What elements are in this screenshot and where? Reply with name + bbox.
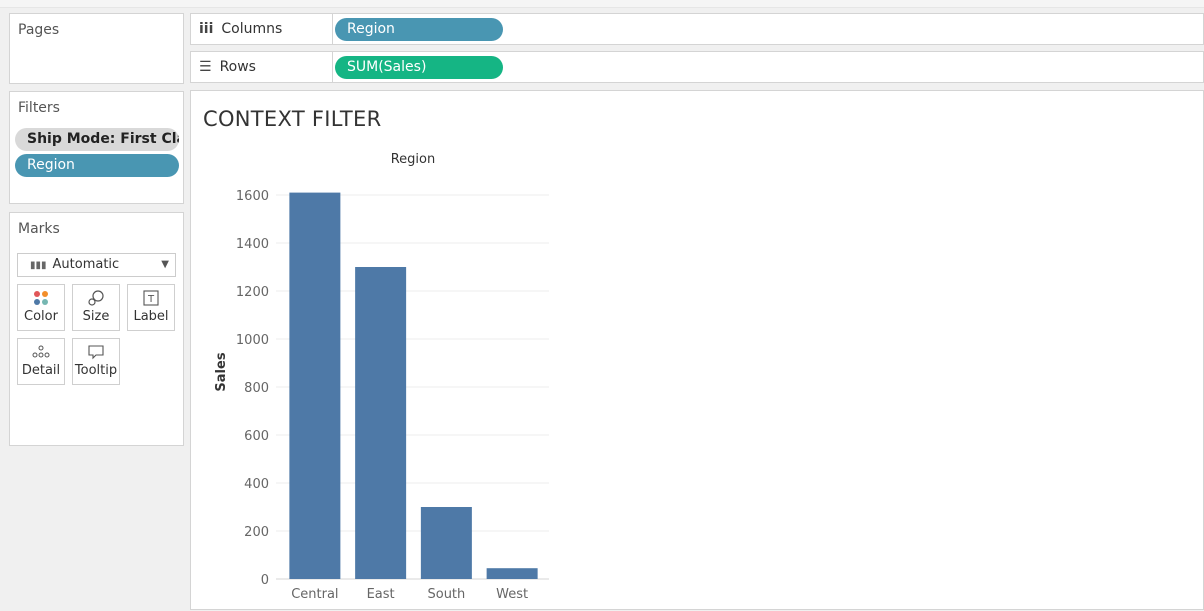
chevron-down-icon: ▼ xyxy=(161,259,169,270)
y-tick-label: 200 xyxy=(244,525,269,540)
text-label-icon: T xyxy=(128,285,174,309)
columns-icon: iii xyxy=(199,21,214,37)
y-tick-label: 1000 xyxy=(236,333,269,348)
color-label: Color xyxy=(24,309,58,324)
worksheet-view: CONTEXT FILTER Region Sales 0 200 400 600 80… xyxy=(190,90,1204,610)
x-tick-label: West xyxy=(496,587,528,602)
marks-title: Marks xyxy=(18,221,60,237)
y-tick-label: 1400 xyxy=(236,237,269,252)
y-tick-label: 1600 xyxy=(236,189,269,204)
chart-title: Region xyxy=(391,152,436,167)
columns-label: Columns xyxy=(221,21,283,37)
columns-shelf[interactable]: iii Columns Region xyxy=(190,13,1204,45)
color-button[interactable]: Color xyxy=(17,284,65,331)
bars xyxy=(289,192,538,579)
size-button[interactable]: Size xyxy=(72,284,120,331)
y-tick-label: 400 xyxy=(244,477,269,492)
pages-card: Pages xyxy=(9,13,184,84)
label-label: Label xyxy=(133,309,169,324)
detail-icon xyxy=(18,339,64,363)
y-tick-label: 600 xyxy=(244,429,269,444)
filters-card: Filters Ship Mode: First Cla.. Region xyxy=(9,91,184,204)
mark-type-label: Automatic xyxy=(52,257,120,272)
rows-pill-sum-sales[interactable]: SUM(Sales) xyxy=(335,56,503,79)
shelf-divider xyxy=(332,14,333,44)
pages-title: Pages xyxy=(18,22,60,38)
top-strip xyxy=(0,0,1204,8)
x-tick-label: South xyxy=(427,587,465,602)
rows-icon: ☰ xyxy=(199,59,212,75)
tooltip-icon xyxy=(73,339,119,363)
mark-type-dropdown[interactable]: ▮▮▮ Automatic ▼ xyxy=(17,253,176,277)
y-tick-label: 0 xyxy=(261,573,269,588)
bar-chart: Region Sales 0 200 400 600 800 1000 1200 1400 16… xyxy=(214,152,549,602)
tooltip-button[interactable]: Tooltip xyxy=(72,338,120,385)
rows-label: Rows xyxy=(219,59,256,75)
columns-pill-region[interactable]: Region xyxy=(335,18,503,41)
columns-shelf-label: iii Columns xyxy=(199,14,282,44)
x-ticks: Central East South West xyxy=(291,587,528,602)
bar-south[interactable] xyxy=(420,507,472,579)
bar-central[interactable] xyxy=(289,192,341,579)
y-axis-label: Sales xyxy=(214,352,229,391)
y-ticks: 0 200 400 600 800 1000 1200 1400 1600 xyxy=(236,189,269,588)
tooltip-label: Tooltip xyxy=(74,363,118,378)
label-button[interactable]: T Label xyxy=(127,284,175,331)
detail-label: Detail xyxy=(21,363,61,378)
color-icon xyxy=(18,285,64,309)
x-tick-label: Central xyxy=(291,587,338,602)
bar-chart-icon: ▮▮▮ xyxy=(30,260,47,271)
y-tick-label: 800 xyxy=(244,381,269,396)
bar-west[interactable] xyxy=(486,568,538,579)
y-tick-label: 1200 xyxy=(236,285,269,300)
detail-button[interactable]: Detail xyxy=(17,338,65,385)
x-tick-label: East xyxy=(367,587,395,602)
bar-east[interactable] xyxy=(355,267,407,579)
svg-text:T: T xyxy=(147,294,155,305)
rows-shelf-label: ☰ Rows xyxy=(199,52,256,82)
filters-title: Filters xyxy=(18,100,60,116)
marks-card: Marks ▮▮▮ Automatic ▼ Color Size T Label … xyxy=(9,212,184,446)
filter-pill-region[interactable]: Region xyxy=(15,154,179,177)
rows-shelf[interactable]: ☰ Rows SUM(Sales) xyxy=(190,51,1204,83)
size-icon xyxy=(73,285,119,309)
size-label: Size xyxy=(82,309,110,324)
filter-pill-ship-mode[interactable]: Ship Mode: First Cla.. xyxy=(15,128,179,151)
shelf-divider xyxy=(332,52,333,82)
